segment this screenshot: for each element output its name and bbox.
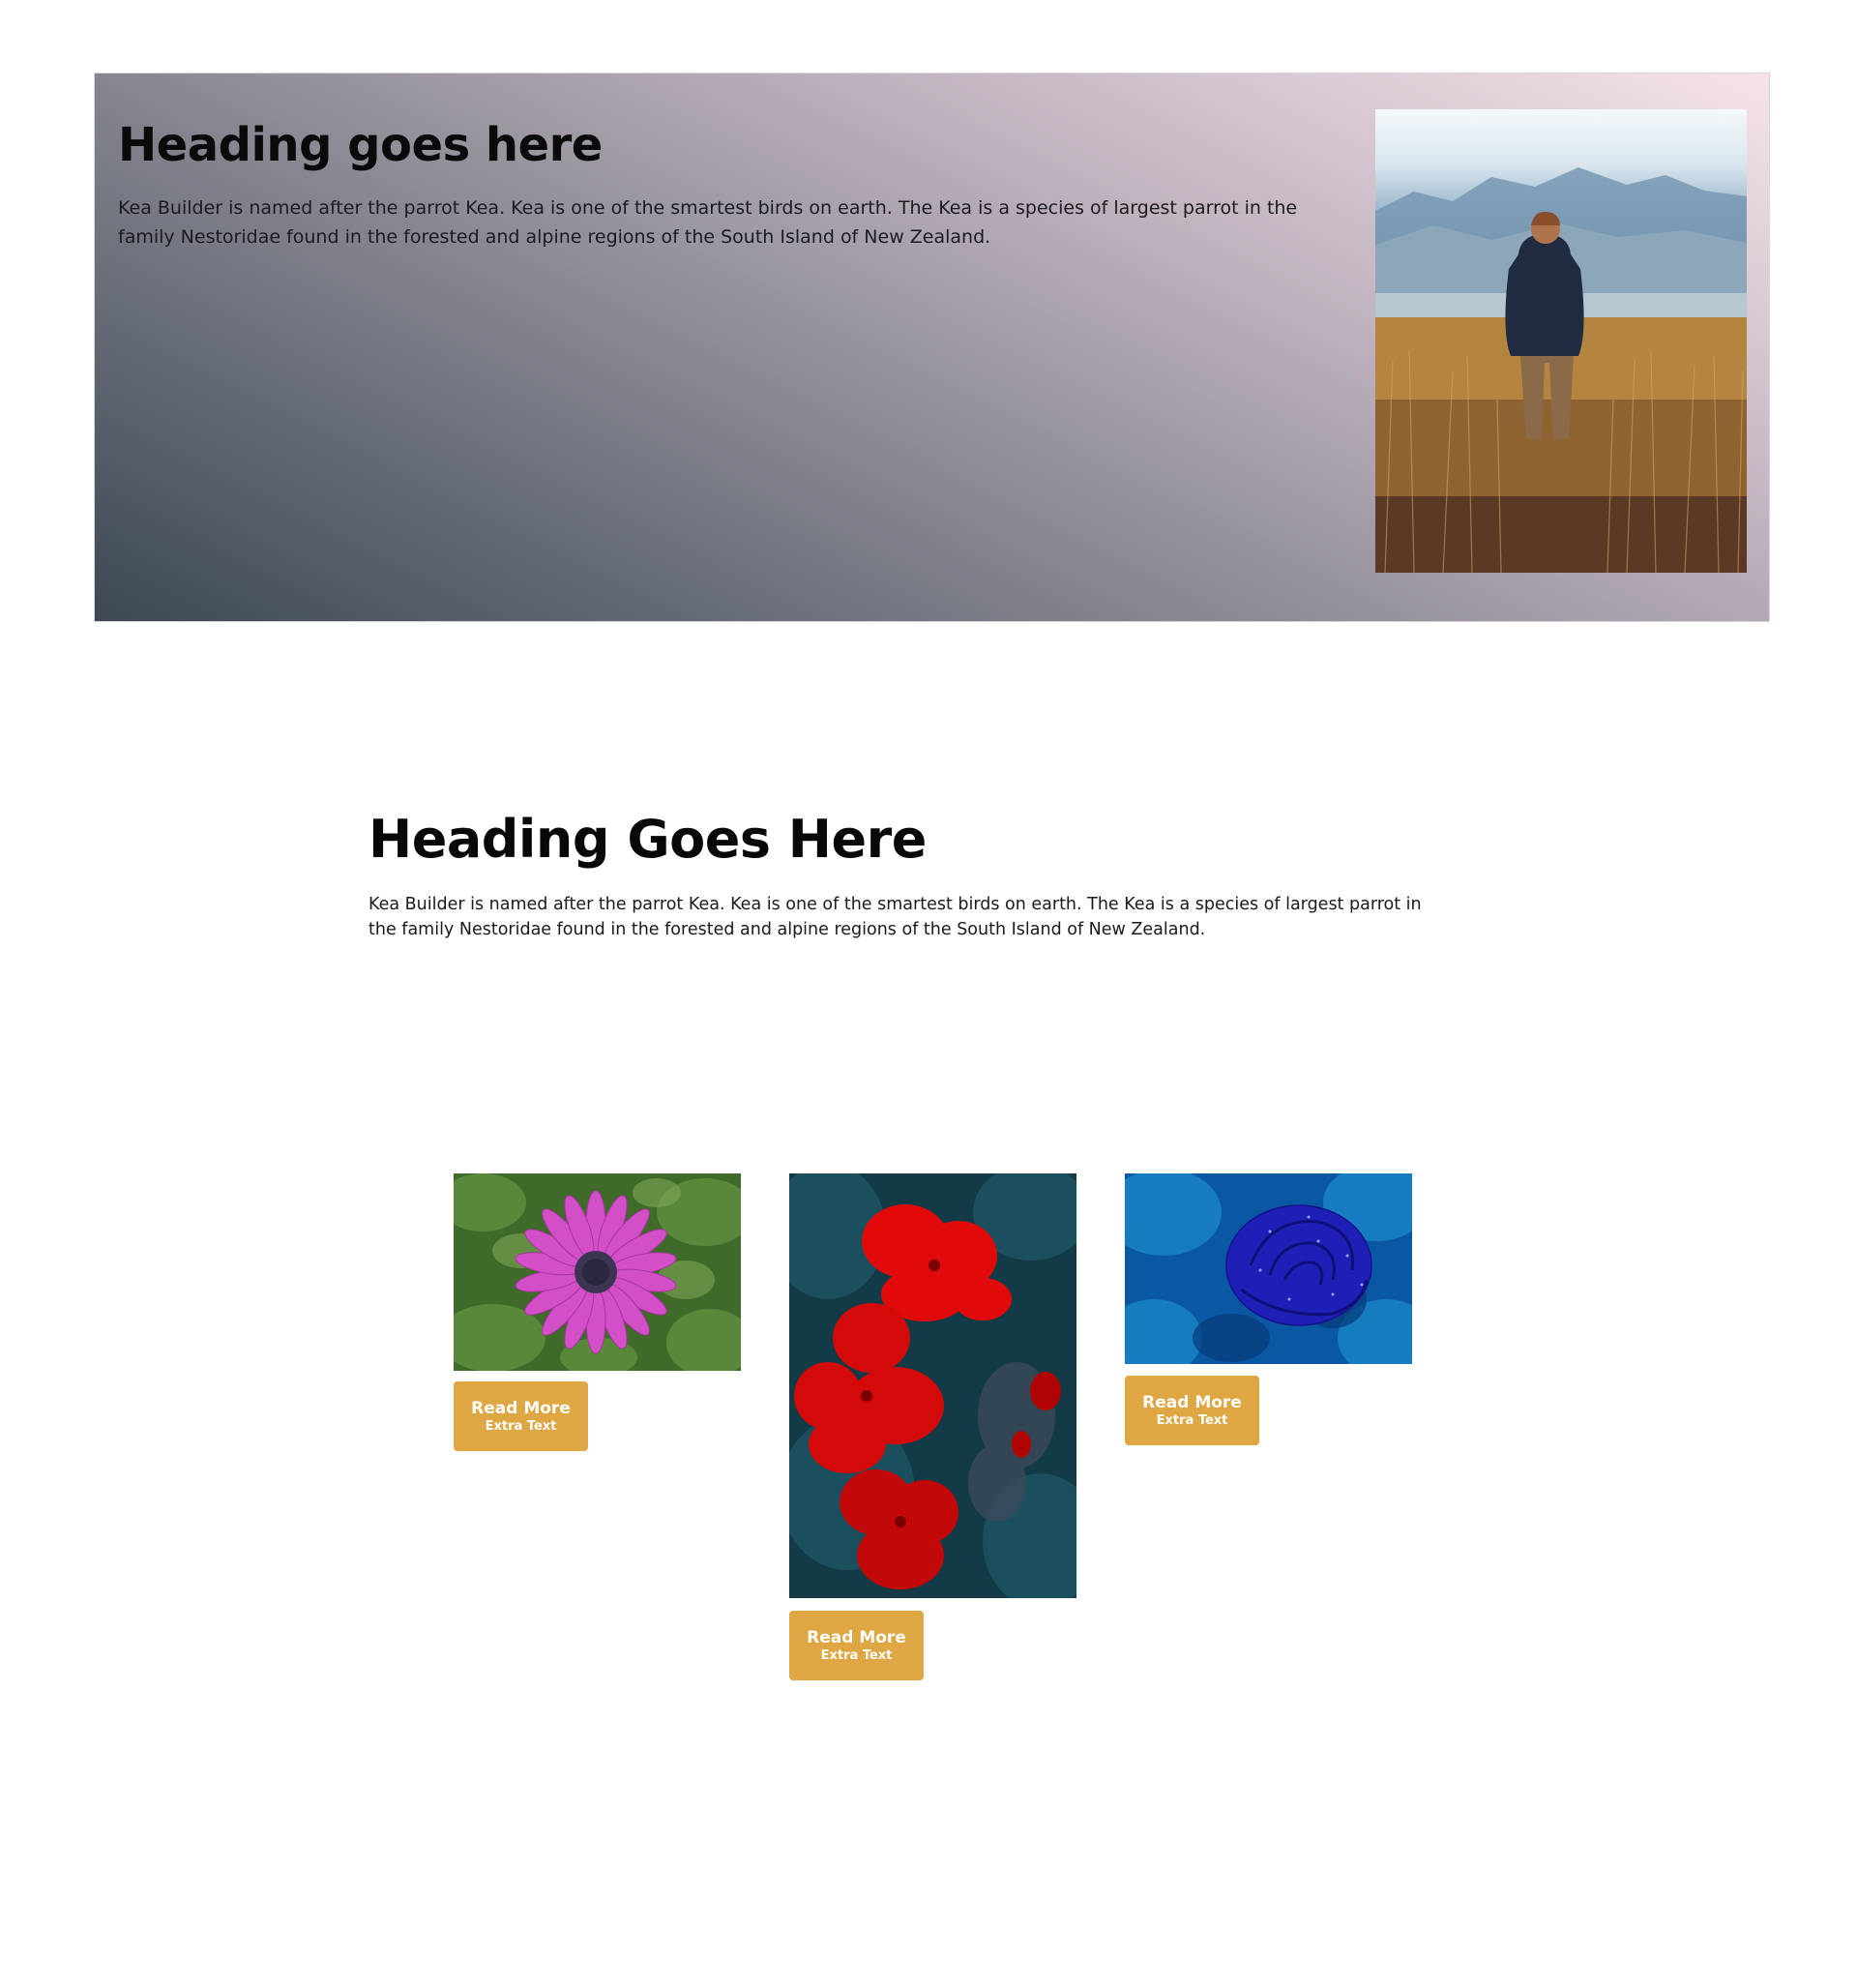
hero-heading: Heading goes here [118, 118, 603, 172]
read-more-button-2[interactable]: Read More Extra Text [789, 1611, 924, 1680]
section-text: Kea Builder is named after the parrot Ke… [368, 895, 1422, 939]
read-more-label: Read More [807, 1628, 906, 1647]
hero-section: Heading goes here Kea Builder is named a… [94, 73, 1770, 622]
extra-text-label: Extra Text [1156, 1413, 1228, 1428]
hero-text: Kea Builder is named after the parrot Ke… [118, 197, 1298, 248]
blue-rose-photo [1125, 1173, 1412, 1364]
read-more-label: Read More [1142, 1393, 1242, 1412]
pink-daisy-photo [454, 1173, 741, 1371]
red-geranium-photo [789, 1173, 1076, 1598]
section-heading: Heading Goes Here [368, 809, 927, 870]
man-in-field-photo [1375, 109, 1747, 573]
read-more-button-1[interactable]: Read More Extra Text [454, 1381, 588, 1451]
read-more-button-3[interactable]: Read More Extra Text [1125, 1376, 1259, 1445]
read-more-label: Read More [471, 1399, 571, 1418]
extra-text-label: Extra Text [820, 1648, 893, 1663]
extra-text-label: Extra Text [485, 1419, 557, 1434]
